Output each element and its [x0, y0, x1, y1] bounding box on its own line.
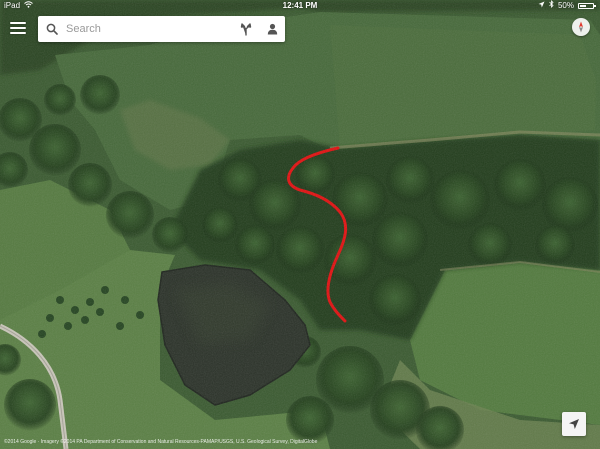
search-icon — [42, 16, 62, 42]
directions-icon[interactable] — [233, 16, 259, 42]
hamburger-menu-icon[interactable] — [10, 17, 30, 39]
compass-icon[interactable] — [572, 18, 590, 36]
status-time: 12:41 PM — [282, 1, 318, 10]
menu-line — [10, 27, 26, 29]
map-texture — [0, 0, 600, 449]
person-icon[interactable] — [259, 16, 285, 42]
map-attribution: ©2014 Google · Imagery ©2014 PA Departme… — [4, 439, 318, 445]
battery-percent: 50% — [557, 1, 574, 10]
battery-fill — [580, 5, 586, 7]
status-bar: iPad 12:41 PM 50% — [0, 0, 600, 12]
location-arrow-icon — [538, 0, 545, 12]
battery-nub — [594, 5, 596, 7]
menu-line — [10, 22, 26, 24]
menu-line — [10, 32, 26, 34]
status-right: 50% — [538, 0, 596, 12]
search-box[interactable] — [38, 16, 285, 42]
battery-icon — [578, 3, 596, 9]
bluetooth-icon — [549, 0, 554, 12]
my-location-icon[interactable] — [562, 412, 586, 436]
satellite-map[interactable] — [0, 0, 600, 449]
search-input[interactable] — [62, 18, 233, 40]
